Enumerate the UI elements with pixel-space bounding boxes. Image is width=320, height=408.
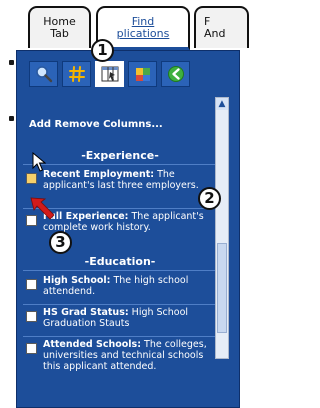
high-school-checkbox[interactable] — [26, 279, 37, 290]
red-arrow-icon — [30, 197, 55, 220]
mouse-cursor-icon — [32, 152, 46, 172]
recent-employment-text: Recent Employment: The applicant's last … — [43, 169, 215, 191]
columns-icon[interactable] — [95, 61, 124, 87]
callout-2: 2 — [198, 187, 221, 210]
section-header-experience: -Experience- — [23, 147, 217, 165]
recent-employment-checkbox[interactable] — [26, 173, 37, 184]
high-school-name: High School: — [43, 275, 111, 286]
back-arrow-icon[interactable] — [161, 61, 190, 87]
list-item-hs-grad-status[interactable]: HS Grad Status: High School Graduation S… — [23, 307, 217, 335]
tab-find-and[interactable]: F And — [194, 6, 249, 48]
attended-schools-checkbox[interactable] — [26, 343, 37, 354]
list-item-high-school[interactable]: High School: The high school attendend. — [23, 275, 217, 303]
tab-fa-line2: And — [204, 27, 226, 40]
section-header-education: -Education- — [23, 253, 217, 271]
columns-list: -Experience- Recent Employment: The appl… — [23, 147, 233, 408]
puzzle-icon[interactable] — [128, 61, 157, 87]
hash-icon[interactable] — [62, 61, 91, 87]
divider — [23, 304, 217, 305]
list-scrollbar[interactable]: ▲ — [215, 97, 229, 359]
recent-employment-name: Recent Employment: — [43, 169, 155, 180]
tab-home-line2: Tab — [50, 27, 69, 40]
hs-grad-status-checkbox[interactable] — [26, 311, 37, 322]
attended-schools-name: Attended Schools: — [43, 339, 141, 350]
list-item-attended-schools[interactable]: Attended Schools: The colleges, universi… — [23, 339, 217, 399]
hs-grad-status-text: HS Grad Status: High School Graduation S… — [43, 307, 215, 329]
scroll-up-arrow-icon[interactable]: ▲ — [216, 98, 228, 110]
callout-3: 3 — [49, 231, 72, 254]
add-remove-columns-panel: Add Remove Columns... -Experience- Recen… — [16, 50, 240, 408]
hs-grad-status-name: HS Grad Status: — [43, 307, 129, 318]
search-icon[interactable] — [29, 61, 58, 87]
panel-title: Add Remove Columns... — [29, 119, 163, 130]
screenshot: Home Tab Find plications F And Add Remov… — [0, 0, 249, 408]
tab-home[interactable]: Home Tab — [28, 6, 91, 48]
attended-schools-text: Attended Schools: The colleges, universi… — [43, 339, 215, 372]
panel-toolbar — [29, 61, 190, 91]
divider — [23, 336, 217, 337]
callout-1: 1 — [91, 39, 114, 62]
tab-find-line2: plications — [116, 27, 170, 40]
full-experience-text: Full Experience: The applicant's complet… — [43, 211, 215, 233]
scroll-thumb[interactable] — [217, 243, 227, 333]
high-school-text: High School: The high school attendend. — [43, 275, 215, 297]
